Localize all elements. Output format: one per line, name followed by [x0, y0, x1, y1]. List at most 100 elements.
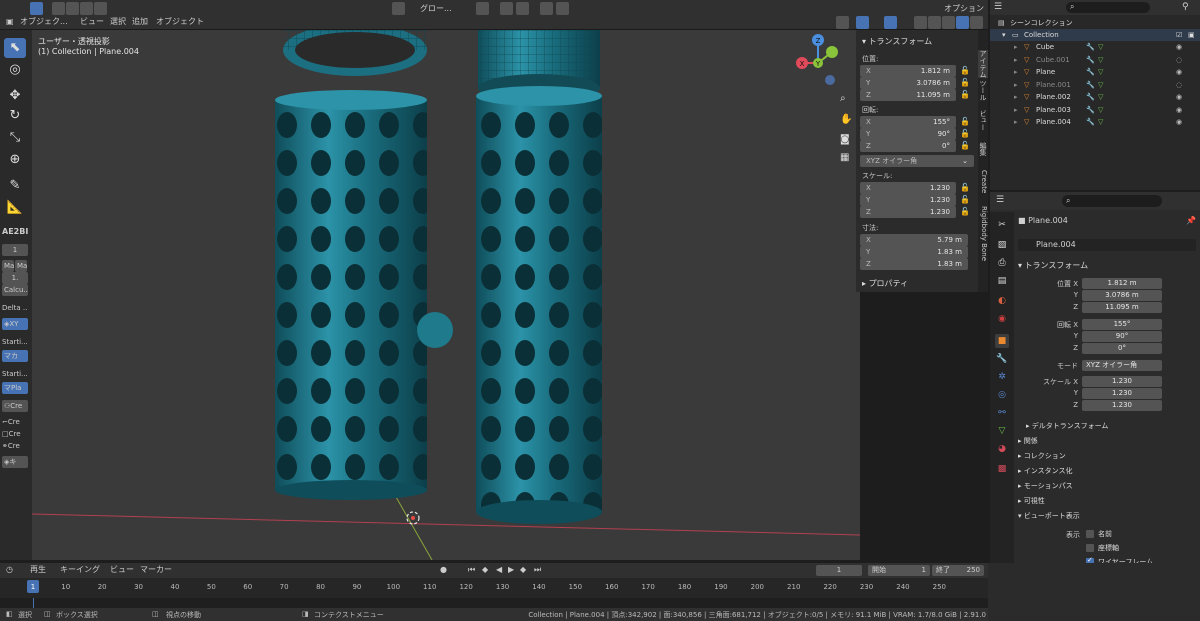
- object-tab-icon[interactable]: ■: [995, 334, 1009, 348]
- physics-tab-icon[interactable]: ◎: [995, 388, 1009, 402]
- output-tab-icon[interactable]: ⎙: [995, 256, 1009, 270]
- modifier-icon[interactable]: 🔧: [1086, 104, 1095, 116]
- dimensions-z-field[interactable]: Z 1.83 m: [860, 258, 968, 270]
- menu-object[interactable]: オブジェクト: [152, 15, 208, 29]
- tool-tab-icon[interactable]: ✂: [995, 218, 1009, 232]
- addon-value-field[interactable]: 1.: [2, 272, 28, 284]
- scale-x-field[interactable]: X 1.230: [860, 182, 956, 194]
- shading-rendered-icon[interactable]: [970, 16, 983, 29]
- end-frame-field[interactable]: 終了 250: [932, 565, 984, 576]
- rotation-z-field[interactable]: 0°: [1082, 343, 1162, 354]
- outliner-editor-icon[interactable]: ☰: [994, 2, 1002, 12]
- outliner-item[interactable]: ▸ ▽ Plane.004 🔧 ▽ ◉: [990, 116, 1200, 128]
- menu-add[interactable]: 追加: [128, 15, 152, 29]
- menu-select[interactable]: 選択: [106, 15, 130, 29]
- eye-icon[interactable]: ◌: [1176, 54, 1182, 66]
- pan-hand-icon[interactable]: ✋: [840, 112, 852, 125]
- visibility-section[interactable]: ▸ 可視性: [1018, 496, 1045, 506]
- lock-icon[interactable]: 🔓: [960, 195, 970, 205]
- rotation-y-field[interactable]: Y 90°: [860, 128, 956, 140]
- select-invert-icon[interactable]: [94, 2, 107, 15]
- properties-search-input[interactable]: ⌕: [1062, 195, 1162, 207]
- particles-tab-icon[interactable]: ✲: [995, 370, 1009, 384]
- zoom-icon[interactable]: ⌕: [840, 93, 846, 104]
- pivot-icon[interactable]: [476, 2, 489, 15]
- lock-icon[interactable]: 🔓: [960, 90, 970, 100]
- texture-tab-icon[interactable]: ▩: [995, 462, 1009, 476]
- outliner-search-input[interactable]: ⌕: [1066, 2, 1150, 13]
- select-extend-icon[interactable]: [66, 2, 79, 15]
- cursor-tool-icon[interactable]: ◎: [4, 60, 26, 80]
- perspective-grid-icon[interactable]: ▦: [840, 152, 849, 163]
- falloff-icon[interactable]: [556, 2, 569, 15]
- addon-create-button-1[interactable]: ⚇Cre: [2, 400, 28, 412]
- relations-section[interactable]: ▸ 関係: [1018, 436, 1038, 446]
- navigation-gizmo[interactable]: Z X Y: [796, 34, 838, 85]
- mesh-data-icon[interactable]: ▽: [1098, 66, 1103, 78]
- tab-create[interactable]: Create: [978, 170, 988, 193]
- outliner-item[interactable]: ▸ ▽ Plane.002 🔧 ▽ ◉: [990, 91, 1200, 103]
- camera-icon[interactable]: ▣: [1188, 29, 1195, 41]
- xray-icon[interactable]: [914, 16, 927, 29]
- modifier-icon[interactable]: 🔧: [1086, 54, 1095, 66]
- current-frame-field[interactable]: 1: [816, 565, 862, 576]
- transform-section-header[interactable]: ▾ トランスフォーム: [1018, 260, 1088, 271]
- addon-create-button-4[interactable]: ⚭Cre: [2, 440, 28, 452]
- render-tab-icon[interactable]: ▨: [995, 238, 1009, 252]
- lock-icon[interactable]: 🔓: [960, 66, 970, 76]
- rotation-z-field[interactable]: Z 0°: [860, 140, 956, 152]
- rotation-y-field[interactable]: 90°: [1082, 331, 1162, 342]
- transform-orientation-dropdown[interactable]: グロー...: [416, 2, 456, 16]
- snap-icon[interactable]: [500, 2, 513, 15]
- world-tab-icon[interactable]: ◉: [995, 312, 1009, 326]
- record-icon[interactable]: ●: [436, 563, 451, 577]
- lock-icon[interactable]: 🔓: [960, 129, 970, 139]
- addon-ka-toggle[interactable]: マカ: [2, 350, 28, 362]
- addon-number-field[interactable]: 1: [2, 244, 28, 256]
- ring-object[interactable]: [283, 30, 427, 76]
- motion-paths-section[interactable]: ▸ モーションパス: [1018, 481, 1073, 491]
- tab-view[interactable]: ビュー: [978, 110, 988, 131]
- constraints-tab-icon[interactable]: ⚯: [995, 406, 1009, 420]
- eye-icon[interactable]: ◉: [1176, 41, 1182, 53]
- filter-icon[interactable]: ⚲: [1182, 2, 1189, 12]
- mesh-data-icon[interactable]: ▽: [1098, 54, 1103, 66]
- cylinder-left[interactable]: [275, 90, 427, 500]
- collection-row[interactable]: ▾ ▭ Collection ☑ ▣: [990, 29, 1200, 41]
- pin-icon[interactable]: 📌: [1186, 216, 1196, 225]
- display-option-checkbox[interactable]: [1086, 544, 1094, 552]
- data-tab-icon[interactable]: ▽: [995, 424, 1009, 438]
- transform-section-header[interactable]: ▾ トランスフォーム: [862, 36, 932, 47]
- sphere-object[interactable]: [417, 312, 453, 348]
- viewport-display-section[interactable]: ▾ ビューポート表示: [1018, 511, 1080, 521]
- snap-target-icon[interactable]: [516, 2, 529, 15]
- options-dropdown[interactable]: オプション: [940, 2, 988, 16]
- jump-end-icon[interactable]: ⏭: [530, 563, 545, 577]
- instancing-section[interactable]: ▸ インスタンス化: [1018, 466, 1072, 476]
- addon-create-button-3[interactable]: □Cre: [2, 428, 28, 440]
- outliner-item[interactable]: ▸ ▽ Cube 🔧 ▽ ◉: [990, 41, 1200, 53]
- rotate-tool-icon[interactable]: ↻: [4, 106, 26, 126]
- eye-icon[interactable]: ◉: [1176, 116, 1182, 128]
- outliner-item[interactable]: ▸ ▽ Cube.001 🔧 ▽ ◌: [990, 54, 1200, 66]
- delta-transform-section[interactable]: ▸ デルタトランスフォーム: [1026, 421, 1108, 431]
- mesh-data-icon[interactable]: ▽: [1098, 104, 1103, 116]
- measure-tool-icon[interactable]: 📐: [4, 198, 26, 218]
- rotation-x-field[interactable]: 155°: [1082, 319, 1162, 330]
- modifier-icon[interactable]: 🔧: [1086, 79, 1095, 91]
- modifier-icon[interactable]: 🔧: [1086, 116, 1095, 128]
- outliner-item[interactable]: ▸ ▽ Plane.003 🔧 ▽ ◉: [990, 104, 1200, 116]
- annotate-tool-icon[interactable]: ✎: [4, 176, 26, 196]
- scene-collection-row[interactable]: ▤ シーンコレクション: [990, 17, 1200, 29]
- checkbox-icon[interactable]: ☑: [1176, 29, 1182, 41]
- start-frame-field[interactable]: 開始 1: [868, 565, 930, 576]
- addon-pla-toggle[interactable]: マPla: [2, 382, 28, 394]
- menu-playback[interactable]: 再生: [26, 563, 50, 577]
- camera-icon[interactable]: ◙: [840, 134, 850, 145]
- jump-start-icon[interactable]: ⏮: [464, 563, 479, 577]
- addon-key-button[interactable]: ◈キ: [2, 456, 28, 468]
- scene-tab-icon[interactable]: ◐: [995, 294, 1009, 308]
- dimensions-y-field[interactable]: Y 1.83 m: [860, 246, 968, 258]
- object-mode-dropdown[interactable]: オブジェク...: [16, 15, 72, 29]
- modifier-icon[interactable]: 🔧: [1086, 91, 1095, 103]
